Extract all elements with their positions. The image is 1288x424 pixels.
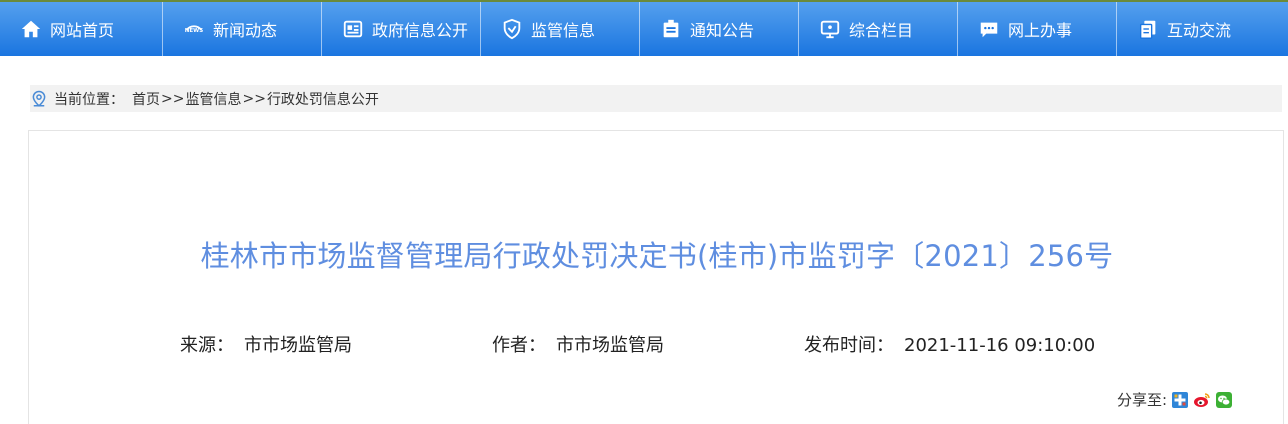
article-panel: 桂林市市场监督管理局行政处罚决定书(桂市)市监罚字〔2021〕256号 来源： 市… [28, 130, 1284, 424]
news-icon: NEWS [183, 18, 205, 40]
source-label: 来源： [180, 335, 234, 356]
source-value: 市市场监管局 [244, 335, 352, 356]
nav-item-label: 互动交流 [1167, 21, 1232, 40]
nav-item-gov-info[interactable]: 政府信息公开 [322, 2, 481, 56]
clipboard-icon [660, 18, 682, 40]
share-bar: 分享至: [1117, 389, 1233, 410]
home-icon [20, 18, 42, 40]
nav-item-label: 政府信息公开 [372, 21, 469, 40]
nav-item-label: 网站首页 [50, 21, 115, 40]
monitor-icon [819, 18, 841, 40]
nav-item-home[interactable]: 网站首页 [0, 2, 163, 56]
publish-time-label: 发布时间： [804, 335, 894, 356]
breadcrumb-prefix: 当前位置： [54, 91, 124, 108]
breadcrumb-separator: >> [242, 90, 266, 107]
publish-time-value: 2021-11-16 09:10:00 [904, 335, 1096, 356]
nav-item-label: 综合栏目 [849, 21, 914, 40]
qzone-plus-icon[interactable] [1171, 391, 1189, 409]
document-list-icon [342, 18, 364, 40]
share-label: 分享至: [1117, 391, 1168, 409]
nav-item-general[interactable]: 综合栏目 [799, 2, 958, 56]
article-publish-time: 发布时间： 2021-11-16 09:10:00 [804, 331, 1095, 357]
author-label: 作者： [492, 335, 546, 356]
weibo-icon[interactable] [1193, 391, 1211, 409]
svg-text:NEWS: NEWS [185, 28, 203, 34]
breadcrumb-penalty-link[interactable]: 行政处罚信息公开 [267, 89, 379, 109]
nav-item-supervision[interactable]: 监管信息 [481, 2, 640, 56]
nav-item-online-service[interactable]: 网上办事 [958, 2, 1117, 56]
location-pin-icon [30, 89, 48, 109]
article-source: 来源： 市市场监管局 [180, 331, 352, 357]
copy-icon [1137, 18, 1159, 40]
breadcrumb-supervision-link[interactable]: 监管信息 [185, 89, 241, 109]
main-nav: 网站首页 NEWS 新闻动态 政府信息公开 监管信息 通知公告 综合栏目 网上办… [0, 0, 1288, 56]
author-value: 市市场监管局 [556, 335, 664, 356]
nav-item-news[interactable]: NEWS 新闻动态 [163, 2, 322, 56]
breadcrumb-home-link[interactable]: 首页 [132, 89, 160, 109]
nav-item-label: 新闻动态 [213, 21, 278, 40]
nav-item-notice[interactable]: 通知公告 [640, 2, 799, 56]
nav-item-label: 监管信息 [531, 21, 596, 40]
breadcrumb: 当前位置： 首页 >> 监管信息 >> 行政处罚信息公开 [30, 85, 1282, 112]
chat-icon [978, 18, 1000, 40]
article-title: 桂林市市场监督管理局行政处罚决定书(桂市)市监罚字〔2021〕256号 [200, 239, 1114, 273]
nav-item-interaction[interactable]: 互动交流 [1117, 2, 1288, 56]
article-author: 作者： 市市场监管局 [492, 331, 664, 357]
shield-icon [501, 18, 523, 40]
breadcrumb-separator: >> [161, 90, 185, 107]
nav-item-label: 通知公告 [690, 21, 755, 40]
nav-item-label: 网上办事 [1008, 21, 1073, 40]
wechat-icon[interactable] [1215, 391, 1233, 409]
